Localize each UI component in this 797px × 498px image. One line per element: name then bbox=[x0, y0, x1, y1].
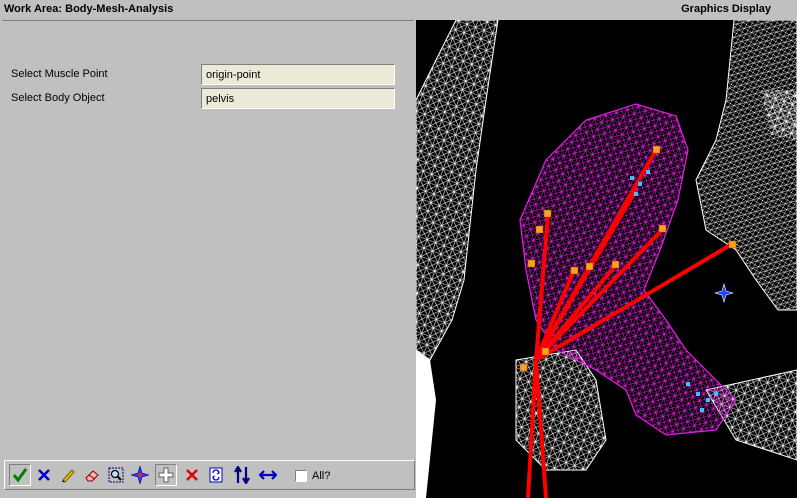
vertex-marker bbox=[646, 170, 650, 174]
red-x-icon bbox=[186, 469, 198, 481]
compass-star-icon bbox=[131, 466, 149, 484]
accept-button[interactable] bbox=[9, 464, 31, 486]
graphics-display-title: Graphics Display bbox=[681, 3, 771, 15]
origin-marker bbox=[728, 240, 737, 249]
refresh-button[interactable] bbox=[205, 464, 227, 486]
left-right-arrow-icon bbox=[259, 470, 277, 480]
vertical-move-button[interactable] bbox=[231, 464, 253, 486]
origin-marker bbox=[658, 224, 667, 233]
horizontal-move-button[interactable] bbox=[257, 464, 279, 486]
origin-marker bbox=[570, 266, 579, 275]
body-object-label: Select Body Object bbox=[11, 92, 105, 104]
spine-mesh bbox=[695, 20, 797, 311]
origin-marker bbox=[585, 262, 594, 271]
origin-marker bbox=[541, 347, 550, 356]
vertex-marker bbox=[714, 392, 718, 396]
body-object-row: Select Body Object bbox=[0, 88, 416, 110]
all-checkbox-label: All? bbox=[312, 470, 331, 482]
muscle-point-label: Select Muscle Point bbox=[11, 68, 108, 80]
graphics-display-viewport[interactable] bbox=[416, 20, 797, 498]
pick-point-button[interactable] bbox=[129, 464, 151, 486]
body-object-input[interactable] bbox=[201, 88, 395, 109]
origin-marker bbox=[543, 209, 552, 218]
eraser-icon bbox=[85, 470, 99, 482]
compass-star-icon bbox=[713, 282, 735, 304]
title-bar: Work Area: Body-Mesh-Analysis Graphics D… bbox=[0, 0, 797, 20]
refresh-icon bbox=[209, 467, 223, 483]
check-icon bbox=[12, 468, 28, 483]
muscle-point-row: Select Muscle Point bbox=[0, 64, 416, 86]
x-icon bbox=[38, 469, 50, 481]
mesh-scene bbox=[416, 20, 797, 498]
plus-icon bbox=[158, 467, 174, 483]
vertex-marker bbox=[696, 392, 700, 396]
up-down-arrows-icon bbox=[234, 466, 250, 484]
work-area-title: Work Area: Body-Mesh-Analysis bbox=[4, 3, 174, 15]
tool-bar: All? bbox=[4, 460, 415, 490]
work-area-panel: Select Muscle Point Select Body Object bbox=[0, 20, 416, 498]
pencil-icon bbox=[62, 469, 75, 483]
zoom-window-button[interactable] bbox=[105, 464, 127, 486]
muscle-point-input[interactable] bbox=[201, 64, 395, 85]
femur-mesh bbox=[416, 20, 499, 498]
vertex-marker bbox=[706, 398, 710, 402]
vertex-marker bbox=[700, 408, 704, 412]
origin-marker bbox=[527, 259, 536, 268]
vertex-marker bbox=[686, 382, 690, 386]
erase-button[interactable] bbox=[81, 464, 103, 486]
vertex-marker bbox=[638, 182, 642, 186]
cancel-button[interactable] bbox=[33, 464, 55, 486]
all-checkbox[interactable] bbox=[295, 470, 307, 482]
vertex-marker bbox=[634, 192, 638, 196]
delete-point-button[interactable] bbox=[181, 464, 203, 486]
zoom-window-icon bbox=[108, 467, 124, 483]
add-point-button[interactable] bbox=[155, 464, 177, 486]
edit-button[interactable] bbox=[57, 464, 79, 486]
origin-marker bbox=[652, 145, 661, 154]
vertex-marker bbox=[630, 176, 634, 180]
origin-marker bbox=[519, 363, 528, 372]
origin-marker bbox=[535, 225, 544, 234]
origin-marker bbox=[611, 260, 620, 269]
